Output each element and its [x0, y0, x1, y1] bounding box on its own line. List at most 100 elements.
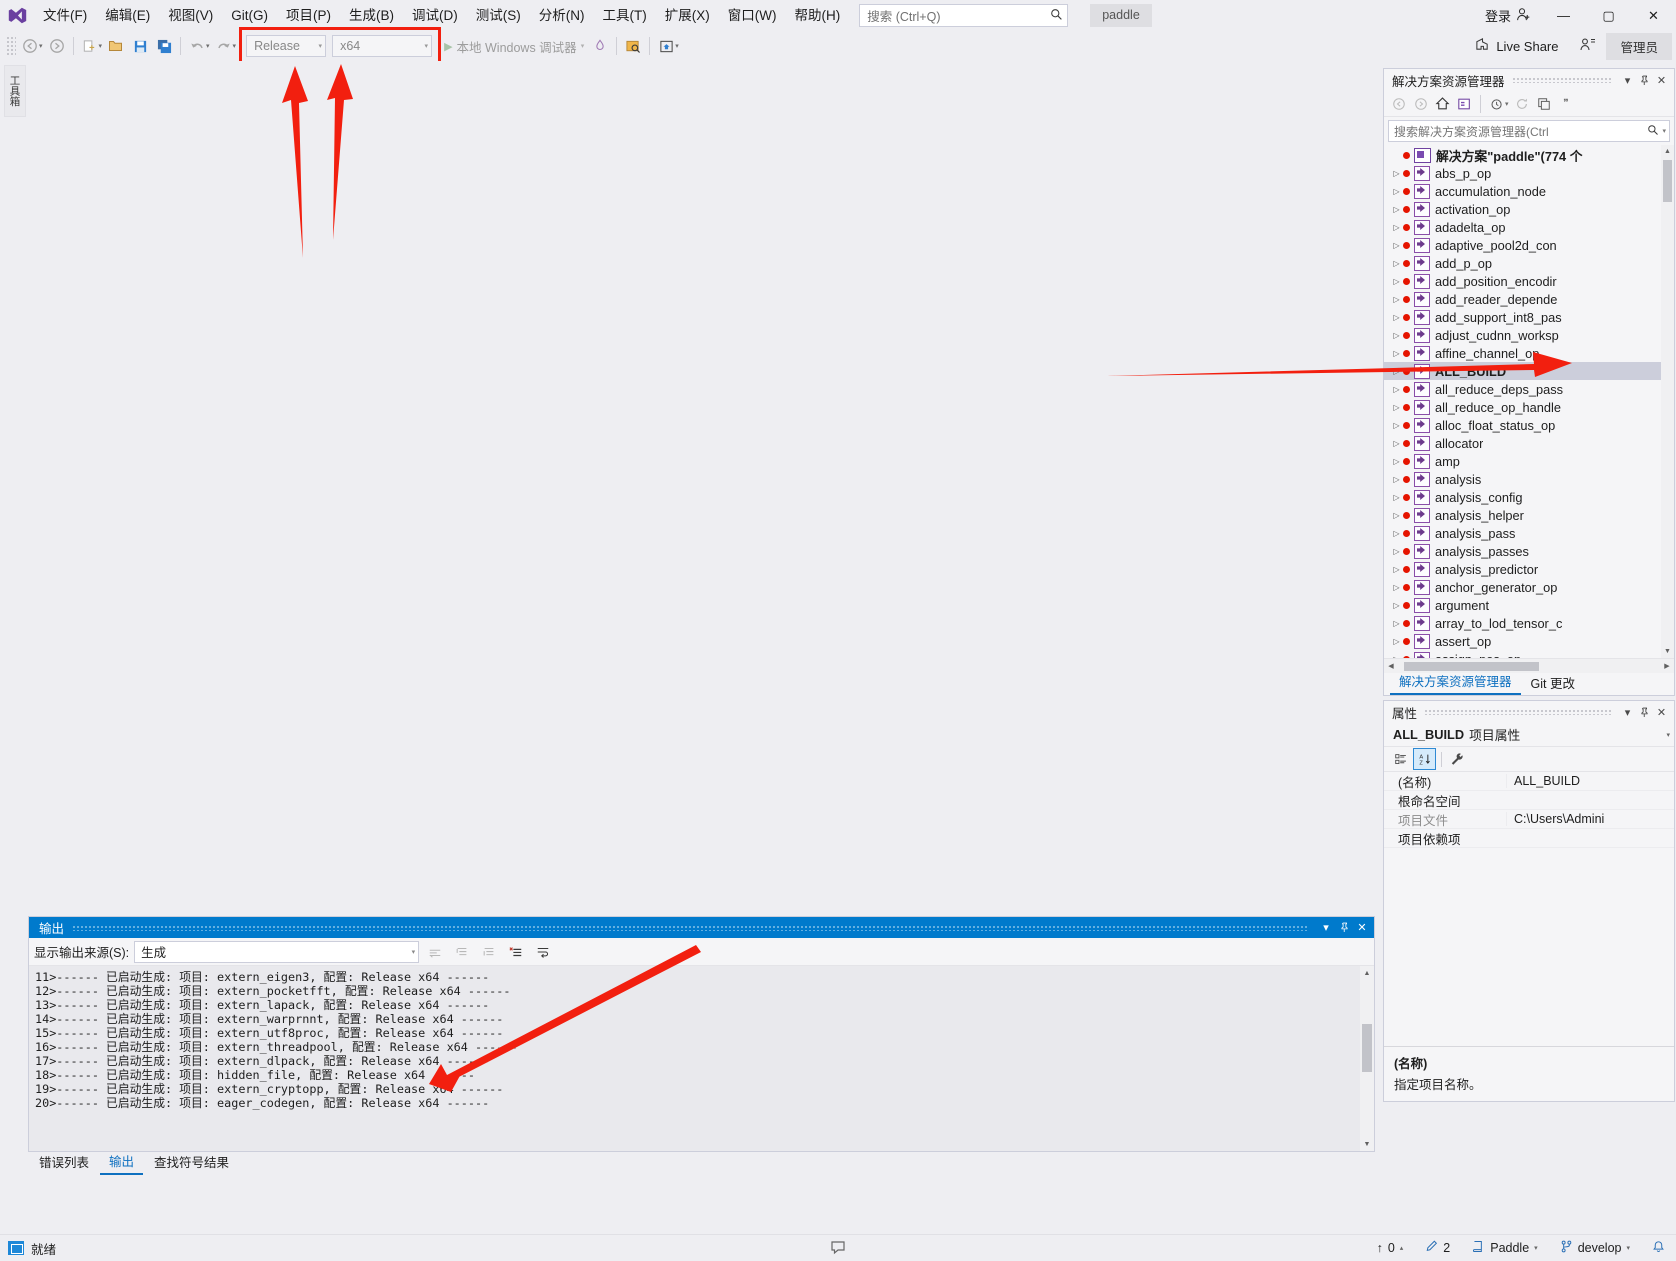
panel-drag-dots[interactable]	[1424, 709, 1612, 715]
close-icon[interactable]: ✕	[1653, 704, 1670, 721]
property-pages-icon[interactable]	[1447, 749, 1468, 769]
scroll-down-icon[interactable]: ▼	[1360, 1137, 1374, 1151]
pending-changes-icon[interactable]	[1486, 93, 1507, 114]
menu-tools[interactable]: 工具(T)	[594, 0, 656, 31]
toolbox-vertical-tab[interactable]: 工具箱	[4, 65, 26, 117]
toggle-word-wrap-icon[interactable]	[532, 941, 554, 962]
menu-window[interactable]: 窗口(W)	[719, 0, 786, 31]
repository-indicator[interactable]: Paddle ▾	[1461, 1235, 1548, 1261]
panel-drag-dots[interactable]	[1511, 77, 1612, 83]
expander-icon[interactable]: ▷	[1390, 385, 1403, 394]
expander-icon[interactable]: ▷	[1390, 565, 1403, 574]
tree-item-affine_channel_op[interactable]: ▷ affine_channel_op	[1384, 344, 1674, 362]
tree-item-assign_pos_op[interactable]: ▷ assign_pos_op	[1384, 650, 1674, 658]
chevron-down-icon[interactable]: ▾	[1662, 127, 1666, 135]
collapse-all-icon[interactable]	[1534, 93, 1555, 114]
solution-view-icon[interactable]	[1454, 93, 1475, 114]
forward-icon[interactable]	[1410, 93, 1431, 114]
output-vertical-scrollbar[interactable]: ▲ ▼	[1360, 966, 1374, 1151]
select-element-icon[interactable]	[621, 34, 645, 58]
back-icon[interactable]	[1388, 93, 1409, 114]
back-dropdown-icon[interactable]: ▾	[39, 42, 43, 50]
maximize-button[interactable]: ▢	[1586, 1, 1631, 31]
pin-icon[interactable]	[1636, 72, 1653, 89]
overflow-icon[interactable]: ❞	[1556, 93, 1577, 114]
categorized-icon[interactable]	[1390, 749, 1411, 769]
tree-item-analysis_pass[interactable]: ▷ analysis_pass	[1384, 524, 1674, 542]
outgoing-commits-indicator[interactable]: ↑ 0 ▴	[1366, 1235, 1415, 1261]
start-debugging-button[interactable]: ▶ 本地 Windows 调试器 ▾	[440, 37, 588, 56]
clear-all-icon[interactable]	[505, 941, 527, 962]
expander-icon[interactable]: ▷	[1390, 169, 1403, 178]
expander-icon[interactable]: ▷	[1390, 331, 1403, 340]
tree-item-amp[interactable]: ▷ amp	[1384, 452, 1674, 470]
toolbar-grip[interactable]	[6, 36, 16, 56]
menu-project[interactable]: 项目(P)	[277, 0, 340, 31]
scroll-up-icon[interactable]: ▲	[1661, 145, 1674, 158]
branch-indicator[interactable]: develop ▾	[1549, 1235, 1641, 1261]
save-icon[interactable]	[128, 34, 152, 58]
configuration-combo[interactable]: Release ▾	[246, 35, 327, 57]
tree-item-add_p_op[interactable]: ▷ add_p_op	[1384, 254, 1674, 272]
find-message-icon[interactable]	[424, 941, 446, 962]
notifications-button[interactable]	[1641, 1235, 1676, 1261]
output-log[interactable]: 11>------ 已启动生成: 项目: extern_eigen3, 配置: …	[29, 966, 1374, 1151]
menu-view[interactable]: 视图(V)	[159, 0, 222, 31]
chevron-down-icon[interactable]: ▾	[1619, 704, 1636, 721]
tree-item-all_reduce_deps_pass[interactable]: ▷ all_reduce_deps_pass	[1384, 380, 1674, 398]
platform-combo[interactable]: x64 ▾	[332, 35, 433, 57]
tree-item-assert_op[interactable]: ▷ assert_op	[1384, 632, 1674, 650]
menu-debug[interactable]: 调试(D)	[403, 0, 467, 31]
tree-item-alloc_float_status_op[interactable]: ▷ alloc_float_status_op	[1384, 416, 1674, 434]
tree-item-adadelta_op[interactable]: ▷ adadelta_op	[1384, 218, 1674, 236]
pin-icon[interactable]	[1636, 704, 1653, 721]
pin-icon[interactable]	[1335, 919, 1353, 937]
expander-icon[interactable]: ▷	[1390, 637, 1403, 646]
tree-item-adaptive_pool2d_con[interactable]: ▷ adaptive_pool2d_con	[1384, 236, 1674, 254]
tree-item-accumulation_node[interactable]: ▷ accumulation_node	[1384, 182, 1674, 200]
property-row[interactable]: 项目依赖项	[1384, 829, 1674, 848]
tree-item-adjust_cudnn_worksp[interactable]: ▷ adjust_cudnn_worksp	[1384, 326, 1674, 344]
property-value[interactable]: C:\Users\Admini	[1506, 812, 1674, 826]
expander-icon[interactable]: ▷	[1390, 511, 1403, 520]
panel-drag-dots[interactable]	[72, 924, 1309, 931]
scrollbar-track[interactable]	[1398, 659, 1660, 673]
open-file-icon[interactable]	[104, 34, 128, 58]
chevron-down-icon[interactable]: ▾	[1505, 100, 1509, 108]
expander-icon[interactable]: ▷	[1390, 457, 1403, 466]
expander-icon[interactable]: ▷	[1390, 619, 1403, 628]
tree-item-add_support_int8_pas[interactable]: ▷ add_support_int8_pas	[1384, 308, 1674, 326]
tree-item-anchor_generator_op[interactable]: ▷ anchor_generator_op	[1384, 578, 1674, 596]
property-row[interactable]: 项目文件 C:\Users\Admini	[1384, 810, 1674, 829]
tree-item-argument[interactable]: ▷ argument	[1384, 596, 1674, 614]
chevron-down-icon[interactable]: ▾	[1666, 731, 1670, 739]
expander-icon[interactable]: ▷	[1390, 493, 1403, 502]
expander-icon[interactable]: ▷	[1390, 583, 1403, 592]
menu-build[interactable]: 生成(B)	[340, 0, 403, 31]
expander-icon[interactable]: ▷	[1390, 277, 1403, 286]
tree-item-activation_op[interactable]: ▷ activation_op	[1384, 200, 1674, 218]
hot-reload-icon[interactable]	[588, 34, 612, 58]
menu-git[interactable]: Git(G)	[222, 0, 277, 31]
expander-icon[interactable]: ▷	[1390, 259, 1403, 268]
menu-edit[interactable]: 编辑(E)	[96, 0, 159, 31]
refresh-icon[interactable]	[1512, 93, 1533, 114]
scrollbar-thumb[interactable]	[1663, 160, 1672, 202]
menu-help[interactable]: 帮助(H)	[785, 0, 849, 31]
live-share-button[interactable]: Live Share	[1463, 37, 1570, 55]
expander-icon[interactable]: ▷	[1390, 349, 1403, 358]
minimize-button[interactable]: —	[1541, 1, 1586, 31]
tree-item-all_reduce_op_handle[interactable]: ▷ all_reduce_op_handle	[1384, 398, 1674, 416]
scrollbar-thumb[interactable]	[1404, 662, 1539, 671]
expander-icon[interactable]: ▷	[1390, 403, 1403, 412]
expander-icon[interactable]: ▷	[1390, 655, 1403, 659]
menu-test[interactable]: 测试(S)	[467, 0, 530, 31]
expander-icon[interactable]: ▷	[1390, 475, 1403, 484]
expander-icon[interactable]: ▷	[1390, 367, 1403, 376]
undo-dropdown-icon[interactable]: ▾	[206, 42, 210, 50]
go-to-next-icon[interactable]	[478, 941, 500, 962]
solution-explorer-search-input[interactable]: 搜索解决方案资源管理器(Ctrl ▾	[1388, 120, 1670, 142]
expander-icon[interactable]: ▷	[1390, 187, 1403, 196]
expander-icon[interactable]: ▷	[1390, 601, 1403, 610]
tree-item-array_to_lod_tensor_c[interactable]: ▷ array_to_lod_tensor_c	[1384, 614, 1674, 632]
